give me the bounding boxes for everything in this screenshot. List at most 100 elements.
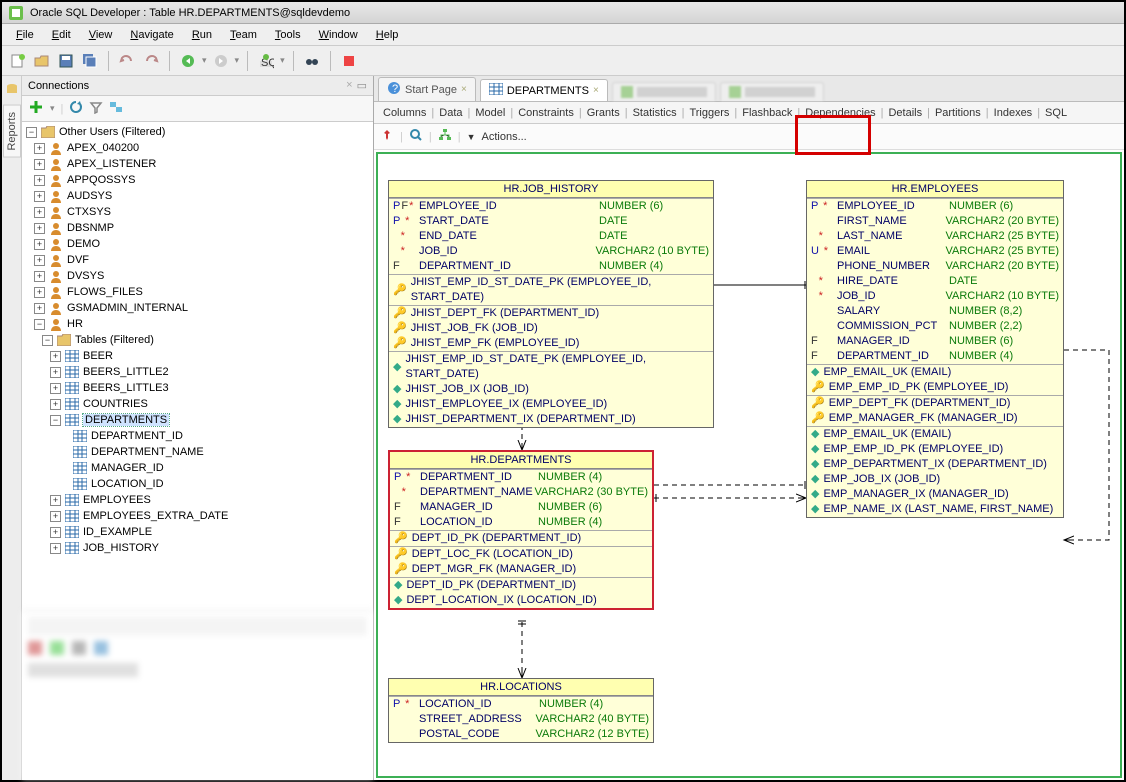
binoculars-icon[interactable] — [302, 51, 322, 71]
column-row: FMANAGER_IDNUMBER (6) — [390, 500, 652, 515]
tree-table[interactable]: BEERS_LITTLE3 — [83, 382, 169, 394]
tree-user[interactable]: APPQOSSYS — [67, 174, 135, 186]
filter-icon[interactable] — [89, 100, 103, 117]
tree-user-hr[interactable]: HR — [67, 318, 83, 330]
tree-user[interactable]: DEMO — [67, 238, 100, 250]
menu-tools[interactable]: Tools — [267, 26, 309, 44]
editor-tab[interactable]: ?Start Page× — [378, 77, 476, 101]
tree-table[interactable]: COUNTRIES — [83, 398, 148, 410]
index-icon: ◆ — [393, 412, 401, 427]
save-all-icon[interactable] — [80, 51, 100, 71]
subtab-flashback[interactable]: Flashback — [737, 105, 797, 121]
save-icon[interactable] — [56, 51, 76, 71]
help-icon: ? — [387, 81, 401, 98]
db-icon[interactable] — [5, 82, 19, 99]
menu-edit[interactable]: Edit — [44, 26, 79, 44]
fk-icon: 🔑 — [811, 411, 825, 426]
tree-user[interactable]: APEX_LISTENER — [67, 158, 156, 170]
model-canvas[interactable]: HR.JOB_HISTORYPF*EMPLOYEE_IDNUMBER (6)P … — [374, 150, 1124, 780]
tree-table[interactable]: JOB_HISTORY — [83, 542, 159, 554]
column-row: P *EMPLOYEE_IDNUMBER (6) — [807, 199, 1063, 214]
zoom-icon[interactable] — [409, 128, 423, 145]
sql-icon[interactable]: SQL — [256, 51, 276, 71]
tree-table[interactable]: EMPLOYEES_EXTRA_DATE — [83, 510, 228, 522]
refresh-icon[interactable] — [69, 100, 83, 117]
editor-tab-inactive[interactable] — [612, 82, 716, 101]
minimize-panel-icon[interactable]: ▭ — [357, 79, 367, 92]
entity-locations[interactable]: HR.LOCATIONSP *LOCATION_IDNUMBER (4)STRE… — [388, 678, 654, 743]
subtab-grants[interactable]: Grants — [582, 105, 625, 121]
tree-user[interactable]: DVSYS — [67, 270, 104, 282]
actions-link[interactable]: Actions... — [482, 131, 527, 143]
entity-employees[interactable]: HR.EMPLOYEESP *EMPLOYEE_IDNUMBER (6)FIRS… — [806, 180, 1064, 518]
close-panel-icon[interactable]: × — [346, 79, 352, 92]
entity-job-history[interactable]: HR.JOB_HISTORYPF*EMPLOYEE_IDNUMBER (6)P … — [388, 180, 714, 428]
menu-team[interactable]: Team — [222, 26, 265, 44]
subtab-columns[interactable]: Columns — [378, 105, 431, 121]
menu-run[interactable]: Run — [184, 26, 220, 44]
open-icon[interactable] — [32, 51, 52, 71]
tree-table[interactable]: ID_EXAMPLE — [83, 526, 152, 538]
editor-tabs: ?Start Page×DEPARTMENTS× — [374, 76, 1124, 102]
index-icon: ◆ — [394, 578, 402, 593]
subtab-model[interactable]: Model — [470, 105, 510, 121]
close-tab-icon[interactable]: × — [593, 85, 599, 96]
tree-column[interactable]: LOCATION_ID — [91, 478, 164, 490]
column-row: FDEPARTMENT_IDNUMBER (4) — [807, 349, 1063, 364]
subtab-data[interactable]: Data — [434, 105, 467, 121]
menu-view[interactable]: View — [81, 26, 121, 44]
tree-root[interactable]: Other Users (Filtered) — [59, 126, 165, 138]
subtab-sql[interactable]: SQL — [1040, 105, 1072, 121]
menu-window[interactable]: Window — [311, 26, 366, 44]
connections-tree[interactable]: −Other Users (Filtered)+APEX_040200+APEX… — [22, 122, 373, 610]
redo-icon[interactable] — [141, 51, 161, 71]
layout-icon[interactable] — [438, 128, 452, 145]
tree-user[interactable]: AUDSYS — [67, 190, 112, 202]
subtab-dependencies[interactable]: Dependencies — [800, 105, 880, 121]
undo-icon[interactable] — [117, 51, 137, 71]
new-connection-icon[interactable] — [28, 99, 44, 118]
tree-tables[interactable]: Tables (Filtered) — [75, 334, 154, 346]
back-icon[interactable] — [178, 51, 198, 71]
column-row: *JOB_IDVARCHAR2 (10 BYTE) — [807, 289, 1063, 304]
subtab-partitions[interactable]: Partitions — [930, 105, 986, 121]
tree-user[interactable]: DBSNMP — [67, 222, 114, 234]
editor-tab[interactable]: DEPARTMENTS× — [480, 79, 608, 101]
tree-column[interactable]: DEPARTMENT_NAME — [91, 446, 204, 458]
subtab-details[interactable]: Details — [883, 105, 927, 121]
pin-icon[interactable] — [380, 128, 394, 145]
editor-tab-inactive[interactable] — [720, 82, 824, 101]
sql-worksheet-blurred — [22, 610, 373, 780]
index-icon: ◆ — [393, 360, 401, 375]
user-icon — [48, 157, 64, 171]
new-icon[interactable] — [8, 51, 28, 71]
tree-user[interactable]: CTXSYS — [67, 206, 111, 218]
close-tab-icon[interactable]: × — [461, 84, 467, 95]
menu-file[interactable]: File — [8, 26, 42, 44]
subtab-statistics[interactable]: Statistics — [628, 105, 682, 121]
reports-tab[interactable]: Reports — [3, 105, 21, 158]
fk-icon: 🔑 — [393, 336, 407, 351]
stop-icon[interactable] — [339, 51, 359, 71]
tree-user[interactable]: GSMADMIN_INTERNAL — [67, 302, 188, 314]
tree-column[interactable]: MANAGER_ID — [91, 462, 164, 474]
entity-departments[interactable]: HR.DEPARTMENTSP *DEPARTMENT_IDNUMBER (4)… — [388, 450, 654, 610]
tree-user[interactable]: APEX_040200 — [67, 142, 139, 154]
subtab-indexes[interactable]: Indexes — [989, 105, 1038, 121]
tree-table[interactable]: BEER — [83, 350, 113, 362]
subtab-triggers[interactable]: Triggers — [684, 105, 734, 121]
dropdown-icon[interactable]: ▼ — [467, 132, 476, 142]
subtab-constraints[interactable]: Constraints — [513, 105, 579, 121]
tree-column[interactable]: DEPARTMENT_ID — [91, 430, 183, 442]
tree-user[interactable]: DVF — [67, 254, 89, 266]
tree-table[interactable]: EMPLOYEES — [83, 494, 151, 506]
forward-icon[interactable] — [211, 51, 231, 71]
tree-table[interactable]: BEERS_LITTLE2 — [83, 366, 169, 378]
index-row: ◆EMP_EMAIL_UK (EMAIL) — [807, 427, 1063, 442]
index-icon: ◆ — [394, 593, 402, 608]
tree-table[interactable]: DEPARTMENTS — [83, 414, 169, 426]
tns-icon[interactable] — [109, 100, 123, 117]
menu-navigate[interactable]: Navigate — [122, 26, 181, 44]
tree-user[interactable]: FLOWS_FILES — [67, 286, 143, 298]
menu-help[interactable]: Help — [368, 26, 407, 44]
